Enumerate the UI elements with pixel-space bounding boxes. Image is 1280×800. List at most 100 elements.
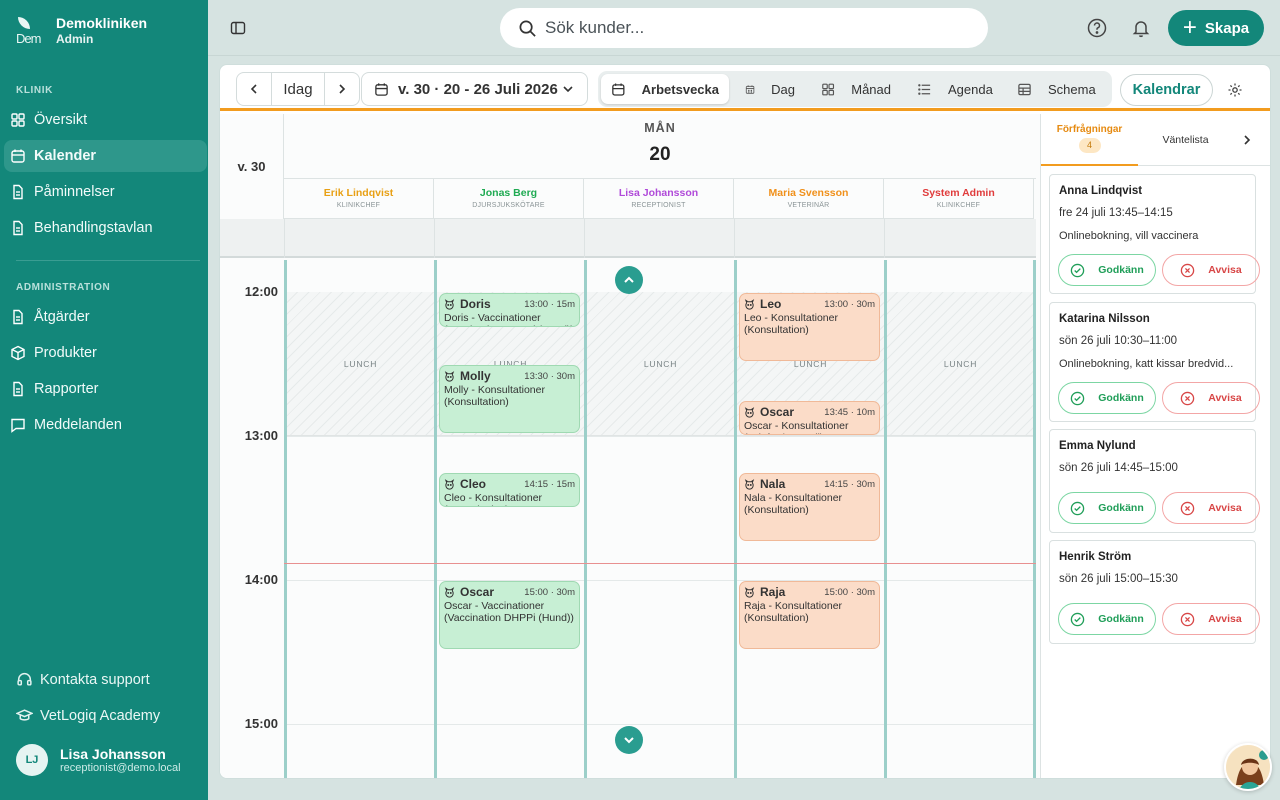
- help-button[interactable]: [1086, 17, 1108, 39]
- tab-vantelista[interactable]: Väntelista: [1138, 114, 1233, 166]
- approve-button[interactable]: Godkänn: [1058, 603, 1156, 635]
- appointment-card[interactable]: Raja 15:00 · 30m Raja - Konsultationer (Ko…: [739, 581, 880, 649]
- academy-link[interactable]: VetLogiq Academy: [16, 707, 160, 724]
- request-card[interactable]: Henrik Ström sön 26 juli 15:00–15:30 Godkä…: [1049, 540, 1260, 644]
- reject-button[interactable]: Avvisa: [1162, 603, 1260, 635]
- avatar: LJ: [16, 744, 48, 776]
- patient-name: Nala: [760, 477, 786, 491]
- hour-line: [284, 724, 1036, 725]
- staff-name: Jonas Berg: [479, 187, 538, 199]
- search-bar[interactable]: [500, 8, 988, 48]
- clinic-name: Demokliniken: [56, 15, 148, 31]
- staff-name: Erik Lindqvist: [323, 187, 394, 199]
- sidebar-item-atgarder[interactable]: Åtgärder: [4, 301, 207, 333]
- paw-icon: [444, 586, 455, 598]
- settings-button[interactable]: [1226, 81, 1244, 99]
- panel-next-button[interactable]: [1239, 132, 1255, 148]
- appointment-card[interactable]: Oscar 15:00 · 30m Oscar - Vaccinationer (V…: [439, 581, 580, 649]
- appointment-time: 14:15 · 15m: [524, 478, 575, 490]
- chevron-right-icon: [1244, 135, 1251, 145]
- view-manad[interactable]: Månad: [811, 74, 901, 104]
- grid-icon: [11, 113, 25, 127]
- staff-column-header[interactable]: Jonas Berg DJURSJUKSKÖTARE: [434, 179, 584, 219]
- chevron-left-icon: [250, 84, 257, 94]
- calendar-grid-icon: [745, 84, 755, 94]
- scroll-down-button[interactable]: [615, 726, 643, 754]
- view-dag[interactable]: Dag: [735, 74, 805, 104]
- appointment-card[interactable]: Cleo 14:15 · 15m Cleo - Konsultationer (Ko…: [439, 473, 580, 507]
- check-circle-icon: [1070, 391, 1085, 405]
- week-range-picker[interactable]: v. 30 · 20 - 26 Juli 2026: [361, 72, 588, 106]
- appointment-card[interactable]: Nala 14:15 · 30m Nala - Konsultationer (Ko…: [739, 473, 880, 541]
- document-icon: [13, 381, 23, 397]
- approve-button[interactable]: Godkänn: [1058, 382, 1156, 414]
- lunch-block[interactable]: LUNCH: [587, 292, 734, 436]
- search-input[interactable]: [545, 18, 945, 38]
- previous-week-button[interactable]: [236, 72, 272, 106]
- sidebar-item-meddelanden[interactable]: Meddelanden: [4, 409, 207, 441]
- contact-support-link[interactable]: Kontakta support: [16, 671, 150, 688]
- staff-column-header[interactable]: Maria Svensson VETERINÄR: [734, 179, 884, 219]
- staff-column-header[interactable]: System Admin KLINIKCHEF: [884, 179, 1034, 219]
- lunch-block[interactable]: LUNCH: [287, 292, 434, 436]
- scroll-up-button[interactable]: [615, 266, 643, 294]
- staff-role: DJURSJUKSKÖTARE: [472, 202, 545, 209]
- appointment-card[interactable]: Doris 13:00 · 15m Doris - Vaccinationer (V…: [439, 293, 580, 327]
- approve-button[interactable]: Godkänn: [1058, 492, 1156, 524]
- request-note: Onlinebokning, vill vaccinera: [1059, 230, 1199, 242]
- appointment-description: Nala - Konsultationer (Konsultation): [744, 492, 843, 516]
- calendars-button[interactable]: Kalendrar: [1120, 74, 1213, 106]
- view-arbetsvecka[interactable]: Arbetsvecka: [601, 74, 729, 104]
- next-week-button[interactable]: [324, 72, 360, 106]
- toggle-sidebar-button[interactable]: [228, 18, 248, 38]
- table-icon: [1018, 83, 1031, 95]
- time-label: 14:00: [244, 572, 278, 587]
- tab-forfragningar[interactable]: Förfrågningar 4: [1041, 114, 1138, 166]
- lunch-block[interactable]: LUNCH: [887, 292, 1034, 436]
- create-button[interactable]: + Skapa: [1168, 10, 1264, 46]
- view-agenda[interactable]: Agenda: [907, 74, 1003, 104]
- request-card[interactable]: Emma Nylund sön 26 juli 14:45–15:00 Godkän…: [1049, 429, 1260, 533]
- reject-button[interactable]: Avvisa: [1162, 254, 1260, 286]
- reject-button[interactable]: Avvisa: [1162, 492, 1260, 524]
- current-time-indicator: [284, 563, 1036, 565]
- request-card[interactable]: Katarina Nilsson sön 26 juli 10:30–11:00 O…: [1049, 302, 1260, 422]
- approve-button[interactable]: Godkänn: [1058, 254, 1156, 286]
- sidebar-item-kalender[interactable]: Kalender: [4, 140, 207, 172]
- calendar-icon: [612, 83, 625, 96]
- sidebar-item-paminnelser[interactable]: Påminnelser: [4, 176, 207, 208]
- gear-icon: [1228, 83, 1242, 97]
- x-circle-icon: [1181, 391, 1195, 405]
- user-profile[interactable]: LJ Lisa Johansson receptionist@demo.loca…: [16, 744, 181, 776]
- today-button[interactable]: Idag: [271, 72, 325, 106]
- day-header[interactable]: MÅN 20: [284, 114, 1036, 179]
- request-card[interactable]: Anna Lindqvist fre 24 juli 13:45–14:15 Onl…: [1049, 174, 1260, 294]
- chevron-down-icon: [624, 737, 634, 744]
- sidebar-item-rapporter[interactable]: Rapporter: [4, 373, 207, 405]
- appointment-time: 13:45 · 10m: [824, 406, 875, 418]
- paw-icon: [444, 478, 455, 490]
- sidebar-item-label: Åtgärder: [34, 309, 90, 325]
- appointment-time: 14:15 · 30m: [824, 478, 875, 490]
- sidebar-item-produkter[interactable]: Produkter: [4, 337, 207, 369]
- appointment-card[interactable]: Leo 13:00 · 30m Leo - Konsultationer (Kons…: [739, 293, 880, 361]
- staff-column-header[interactable]: Lisa Johansson RECEPTIONIST: [584, 179, 734, 219]
- sidebar-item-label: Kalender: [34, 148, 97, 164]
- appointment-card[interactable]: Oscar 13:45 · 10m Oscar - Konsultationer (…: [739, 401, 880, 435]
- staff-column-header[interactable]: Erik Lindqvist KLINIKCHEF: [284, 179, 434, 219]
- appointment-card[interactable]: Molly 13:30 · 30m Molly - Konsultationer (…: [439, 365, 580, 433]
- sidebar-item-behandlingstavlan[interactable]: Behandlingstavlan: [4, 212, 207, 244]
- appointment-time: 13:30 · 30m: [524, 370, 575, 382]
- all-day-row[interactable]: [220, 219, 1036, 258]
- time-grid[interactable]: LUNCH LUNCH LUNCH LUNCH LUNCH Doris 13:00 · 15…: [284, 260, 1036, 778]
- assistant-avatar-button[interactable]: [1224, 743, 1272, 791]
- reject-button[interactable]: Avvisa: [1162, 382, 1260, 414]
- request-time: fre 24 juli 13:45–14:15: [1059, 207, 1173, 219]
- patient-name: Cleo: [460, 477, 487, 491]
- brand[interactable]: Dem Demokliniken Admin: [16, 15, 147, 47]
- time-label: 12:00: [244, 284, 278, 299]
- view-schema[interactable]: Schema: [1007, 74, 1111, 104]
- paw-icon: [444, 298, 455, 310]
- sidebar-item-oversikt[interactable]: Översikt: [4, 104, 207, 136]
- notifications-button[interactable]: [1130, 17, 1152, 39]
